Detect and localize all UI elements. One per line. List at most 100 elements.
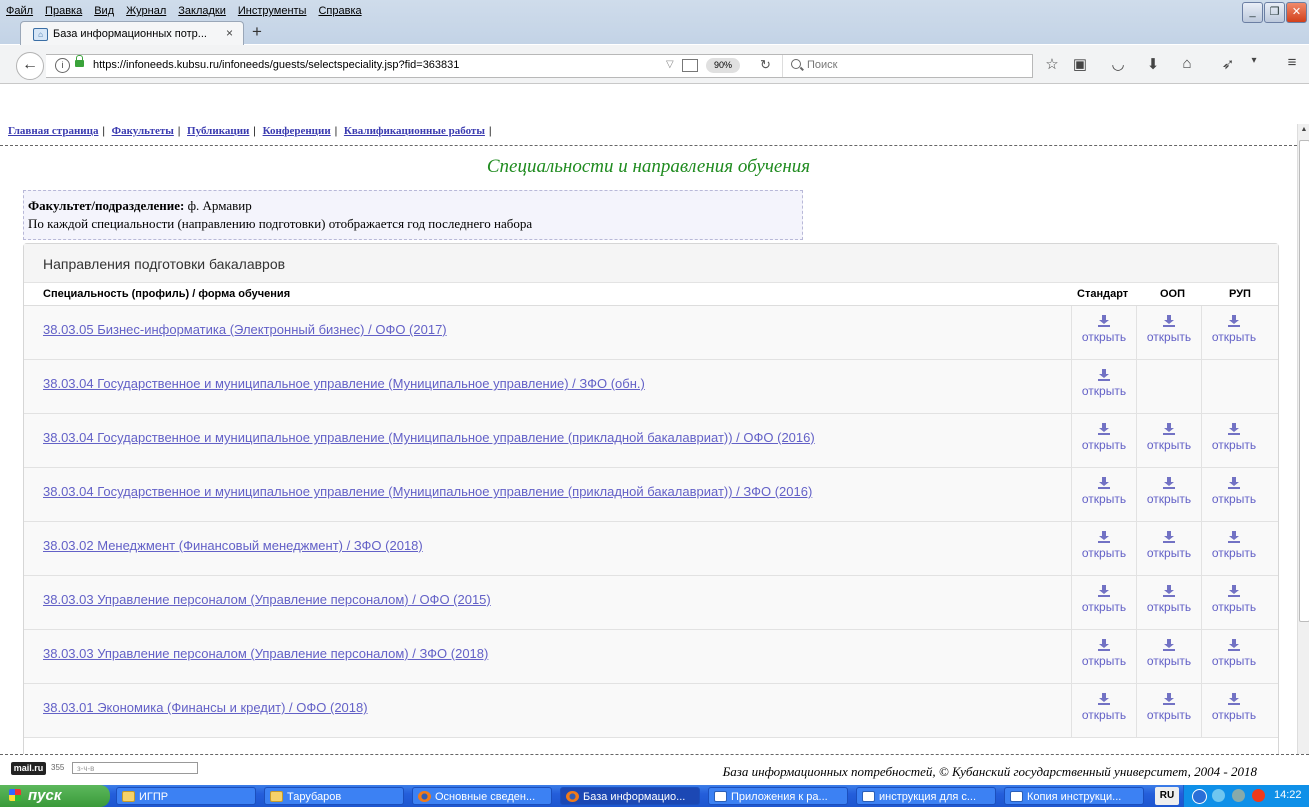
minimize-button[interactable]: _ — [1242, 2, 1263, 23]
open-rup-link[interactable]: открыть — [1202, 477, 1266, 517]
start-button[interactable]: пуск — [0, 785, 110, 807]
open-standard-link[interactable]: открыть — [1072, 693, 1136, 733]
extension-dropdown-icon[interactable]: ▾ — [1244, 55, 1264, 66]
open-oop-link[interactable]: открыть — [1137, 315, 1201, 355]
pocket-icon[interactable]: ◡ — [1108, 55, 1128, 73]
faculty-line: Факультет/подразделение: ф. Армавир — [28, 198, 252, 214]
download-icon — [1098, 423, 1110, 435]
page-scrollbar[interactable]: ▲ — [1297, 124, 1309, 754]
nav-home-link[interactable]: Главная страница — [8, 125, 98, 137]
taskbar-item[interactable]: Копия инструкци... — [1004, 787, 1144, 805]
cell-oop: открыть — [1136, 468, 1201, 521]
tab-close-icon[interactable]: × — [226, 26, 233, 40]
taskbar-item-label: Копия инструкци... — [1027, 791, 1122, 803]
open-oop-link[interactable]: открыть — [1137, 423, 1201, 463]
downloads-icon[interactable]: ⬇ — [1143, 55, 1163, 73]
url-dropdown-icon[interactable]: ▽ — [666, 59, 674, 70]
nav-conferences-link[interactable]: Конференции — [263, 125, 331, 137]
open-standard-link[interactable]: открыть — [1072, 423, 1136, 463]
open-rup-link[interactable]: открыть — [1202, 585, 1266, 625]
cell-oop — [1136, 360, 1201, 413]
security-alert-icon[interactable] — [1252, 789, 1265, 802]
nav-qualification-link[interactable]: Квалификационные работы — [344, 125, 485, 137]
cell-rup: открыть — [1201, 306, 1266, 359]
restore-button[interactable]: ❐ — [1264, 2, 1285, 23]
speciality-link[interactable]: 38.03.02 Менеджмент (Финансовый менеджме… — [43, 538, 423, 553]
open-standard-link[interactable]: открыть — [1072, 639, 1136, 679]
close-window-button[interactable]: ✕ — [1286, 2, 1307, 23]
open-standard-link[interactable]: открыть — [1072, 531, 1136, 571]
language-indicator[interactable]: RU — [1155, 787, 1179, 805]
menu-tools[interactable]: Инструменты — [238, 5, 307, 17]
taskbar-item[interactable]: Основные сведен... — [412, 787, 552, 805]
nav-faculties-link[interactable]: Факультеты — [112, 125, 174, 137]
scrollbar-thumb[interactable] — [1299, 140, 1309, 622]
open-rup-link[interactable]: открыть — [1202, 423, 1266, 463]
open-standard-link[interactable]: открыть — [1072, 315, 1136, 355]
open-rup-link[interactable]: открыть — [1202, 531, 1266, 571]
open-label: открыть — [1146, 438, 1192, 452]
menu-bookmarks[interactable]: Закладки — [178, 5, 226, 17]
table-row: 38.03.04 Государственное и муниципальное… — [24, 360, 1278, 414]
menu-file[interactable]: Файл — [6, 5, 33, 17]
speciality-link[interactable]: 38.03.04 Государственное и муниципальное… — [43, 376, 645, 391]
reader-view-icon[interactable] — [682, 59, 698, 72]
browser-tab[interactable]: ⌂ База информационных потр... × — [20, 21, 244, 47]
open-oop-link[interactable]: открыть — [1137, 531, 1201, 571]
open-oop-link[interactable]: открыть — [1137, 639, 1201, 679]
taskbar-item[interactable]: инструкция для с... — [856, 787, 996, 805]
open-rup-link[interactable]: открыть — [1202, 693, 1266, 733]
tray-app-icon[interactable] — [1232, 789, 1245, 802]
open-rup-link[interactable]: открыть — [1202, 315, 1266, 355]
status-bar: mail.ru 355 з-ч-в База информационных по… — [0, 754, 1309, 786]
reload-icon[interactable]: ↻ — [760, 57, 771, 73]
taskbar-item[interactable]: Приложения к ра... — [708, 787, 848, 805]
table-row: 38.03.04 Государственное и муниципальное… — [24, 414, 1278, 468]
open-standard-link[interactable]: открыть — [1072, 369, 1136, 409]
download-icon — [1228, 315, 1240, 327]
new-tab-button[interactable]: + — [252, 22, 262, 42]
mailru-search-input[interactable]: з-ч-в — [72, 762, 198, 774]
menu-view[interactable]: Вид — [94, 5, 114, 17]
open-oop-link[interactable]: открыть — [1137, 693, 1201, 733]
search-input[interactable]: Поиск — [782, 55, 1033, 77]
extension-icon[interactable]: ➶ — [1218, 55, 1238, 73]
open-rup-link[interactable]: открыть — [1202, 639, 1266, 679]
network-icon[interactable] — [1212, 789, 1225, 802]
taskbar-item[interactable]: Тарубаров — [264, 787, 404, 805]
address-bar[interactable]: i https://infoneeds.kubsu.ru/infoneeds/g… — [46, 54, 1033, 78]
speciality-link[interactable]: 38.03.03 Управление персоналом (Управлен… — [43, 592, 491, 607]
menu-help[interactable]: Справка — [318, 5, 361, 17]
menu-history[interactable]: Журнал — [126, 5, 166, 17]
back-arrow-icon[interactable]: ← — [16, 52, 44, 80]
open-oop-link[interactable]: открыть — [1137, 477, 1201, 517]
url-input[interactable]: https://infoneeds.kubsu.ru/infoneeds/gue… — [93, 59, 459, 71]
open-standard-link[interactable]: открыть — [1072, 585, 1136, 625]
search-icon — [791, 59, 801, 69]
open-label: открыть — [1081, 384, 1127, 398]
open-label: открыть — [1211, 492, 1257, 506]
nav-publications-link[interactable]: Публикации — [187, 125, 249, 137]
site-info-icon[interactable]: i — [55, 58, 70, 73]
cell-rup: открыть — [1201, 630, 1266, 683]
speciality-link[interactable]: 38.03.03 Управление персоналом (Управлен… — [43, 646, 488, 661]
speciality-link[interactable]: 38.03.04 Государственное и муниципальное… — [43, 430, 815, 445]
speciality-link[interactable]: 38.03.05 Бизнес-информатика (Электронный… — [43, 322, 447, 337]
speciality-link[interactable]: 38.03.04 Государственное и муниципальное… — [43, 484, 812, 499]
speciality-link[interactable]: 38.03.01 Экономика (Финансы и кредит) / … — [43, 700, 368, 715]
taskbar-item[interactable]: База информацио... — [560, 787, 700, 805]
mailru-logo[interactable]: mail.ru — [11, 762, 46, 775]
open-oop-link[interactable]: открыть — [1137, 585, 1201, 625]
home-icon[interactable]: ⌂ — [1177, 55, 1197, 72]
bookmark-star-icon[interactable]: ☆ — [1042, 55, 1062, 73]
cell-rup: открыть — [1201, 576, 1266, 629]
menu-edit[interactable]: Правка — [45, 5, 82, 17]
reading-list-icon[interactable]: ▣ — [1070, 55, 1090, 73]
zoom-level[interactable]: 90% — [706, 58, 740, 73]
scroll-up-icon[interactable]: ▲ — [1299, 124, 1309, 136]
menu-hamburger-icon[interactable]: ≡ — [1282, 54, 1302, 71]
firefox-icon — [566, 791, 579, 802]
tray-arrow-icon[interactable] — [1192, 789, 1207, 804]
open-standard-link[interactable]: открыть — [1072, 477, 1136, 517]
taskbar-item[interactable]: ИГПР — [116, 787, 256, 805]
